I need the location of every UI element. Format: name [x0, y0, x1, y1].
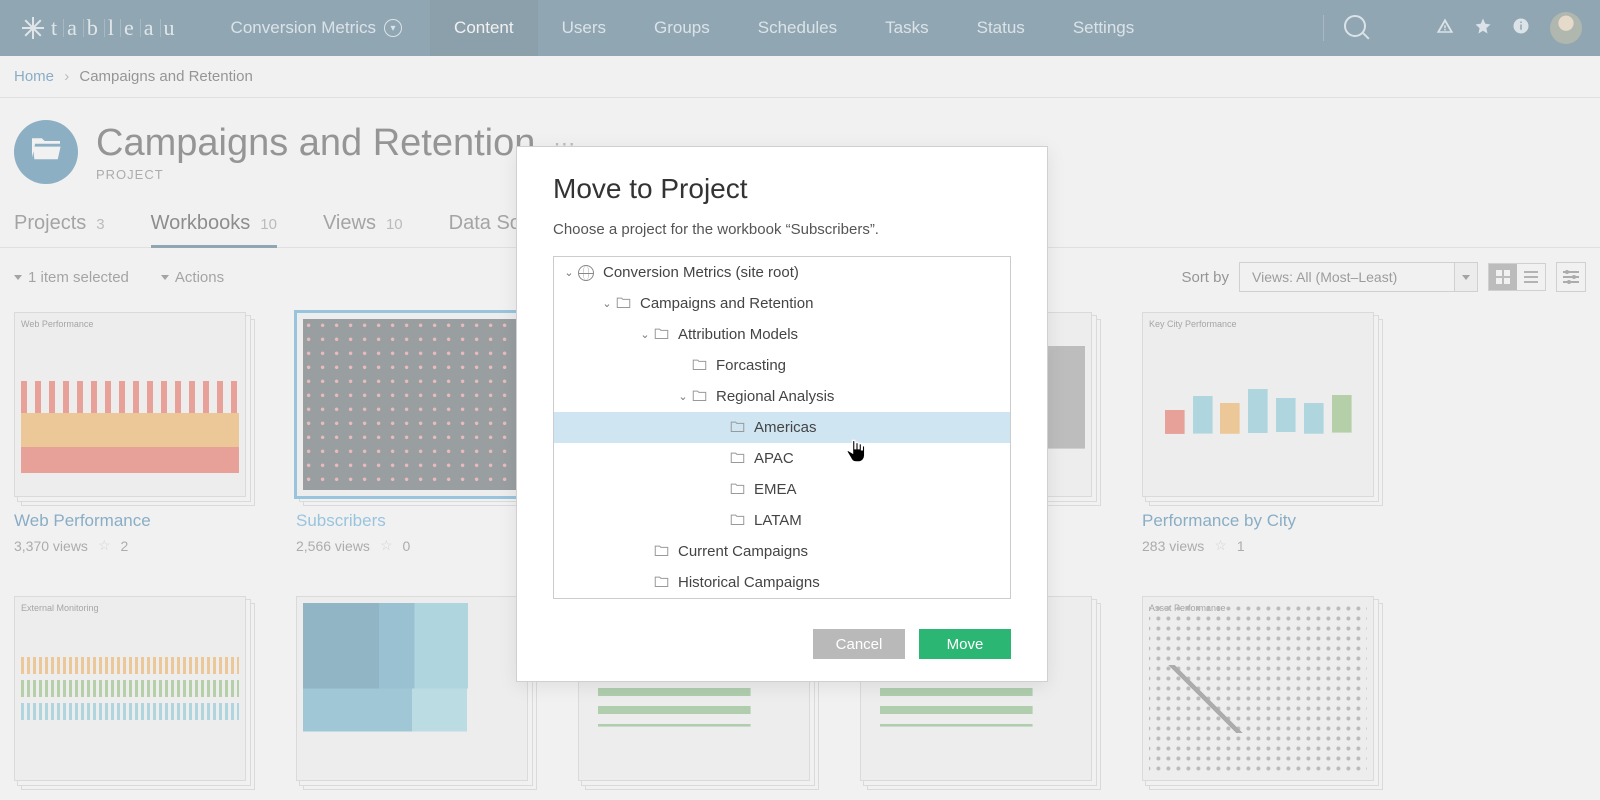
- tree-label: Historical Campaigns: [678, 574, 820, 591]
- dialog-subtitle: Choose a project for the workbook “Subsc…: [553, 221, 1011, 238]
- tree-expand-icon[interactable]: ⌄: [564, 266, 574, 279]
- tree-label: Forcasting: [716, 357, 786, 374]
- tree-row[interactable]: ⌄ Campaigns and Retention: [554, 288, 1010, 319]
- tree-label: APAC: [754, 450, 794, 467]
- tree-row[interactable]: ⌄ Conversion Metrics (site root): [554, 257, 1010, 288]
- tree-label: Campaigns and Retention: [640, 295, 813, 312]
- tree-label: Attribution Models: [678, 326, 798, 343]
- tree-label: Current Campaigns: [678, 543, 808, 560]
- tree-row[interactable]: ⌄ Attribution Models: [554, 319, 1010, 350]
- tree-label: Americas: [754, 419, 817, 436]
- tree-row[interactable]: ⌄ Regional Analysis: [554, 381, 1010, 412]
- tree-row[interactable]: EMEA: [554, 474, 1010, 505]
- tree-row[interactable]: LATAM: [554, 505, 1010, 536]
- folder-icon: [692, 388, 707, 405]
- globe-icon: [578, 265, 594, 281]
- tree-label: LATAM: [754, 512, 802, 529]
- move-to-project-dialog: Move to Project Choose a project for the…: [516, 146, 1048, 682]
- tree-row[interactable]: Current Campaigns: [554, 536, 1010, 567]
- folder-icon: [616, 295, 631, 312]
- folder-icon: [654, 543, 669, 560]
- folder-icon: [730, 450, 745, 467]
- move-button[interactable]: Move: [919, 629, 1011, 659]
- folder-icon: [692, 357, 707, 374]
- dialog-title: Move to Project: [553, 173, 1011, 205]
- tree-row[interactable]: APAC: [554, 443, 1010, 474]
- tree-label: Regional Analysis: [716, 388, 834, 405]
- cancel-button[interactable]: Cancel: [813, 629, 905, 659]
- tree-row[interactable]: Forcasting: [554, 350, 1010, 381]
- tree-row[interactable]: Historical Campaigns: [554, 567, 1010, 598]
- folder-icon: [654, 326, 669, 343]
- tree-expand-icon[interactable]: ⌄: [678, 390, 688, 403]
- folder-icon: [654, 574, 669, 591]
- folder-icon: [730, 419, 745, 436]
- tree-expand-icon[interactable]: ⌄: [602, 297, 612, 310]
- folder-icon: [730, 481, 745, 498]
- project-tree: ⌄ Conversion Metrics (site root) ⌄ Campaign…: [553, 256, 1011, 599]
- tree-expand-icon[interactable]: ⌄: [640, 328, 650, 341]
- folder-icon: [730, 512, 745, 529]
- tree-label: EMEA: [754, 481, 797, 498]
- tree-row[interactable]: Americas: [554, 412, 1010, 443]
- tree-label: Conversion Metrics (site root): [603, 264, 799, 281]
